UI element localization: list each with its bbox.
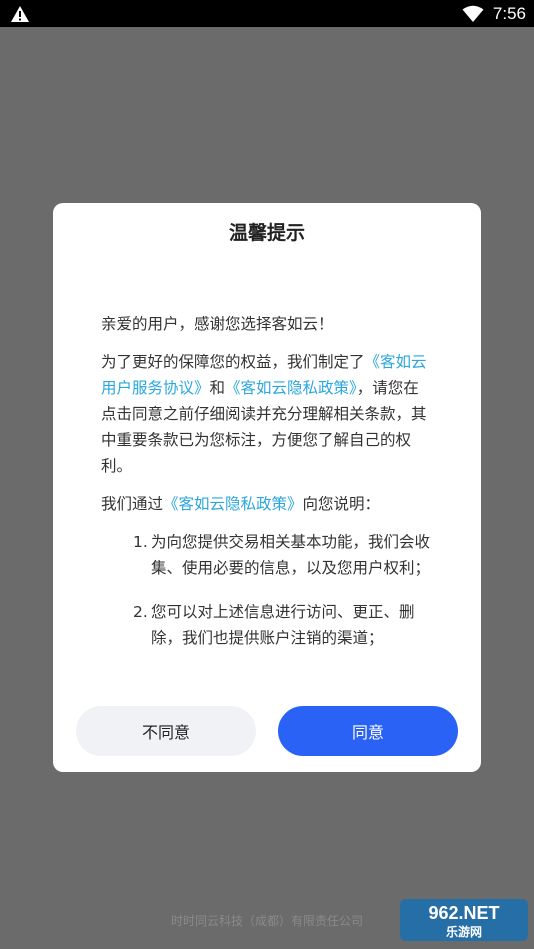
wifi-icon bbox=[462, 5, 484, 22]
list-item-text: 为向您提供交易相关基本功能，我们会收集、使用必要的信息，以及您用户权利； bbox=[151, 533, 431, 577]
warning-icon bbox=[11, 6, 29, 22]
privacy-policy-link-2[interactable]: 《客如云隐私政策》 bbox=[163, 495, 303, 513]
greeting-text: 亲爱的用户，感谢您选择客如云！ bbox=[101, 315, 334, 333]
dialog-body[interactable]: 亲爱的用户，感谢您选择客如云！ 为了更好的保障您的权益，我们制定了《客如云用户服… bbox=[101, 311, 431, 681]
list-item-number: 1. bbox=[133, 533, 148, 551]
intro-prefix: 为了更好的保障您的权益，我们制定了 bbox=[101, 353, 365, 371]
list-item: 1. 为向您提供交易相关基本功能，我们会收集、使用必要的信息，以及您用户权利； bbox=[133, 529, 431, 581]
site-watermark-logo: 962.NET 乐游网 bbox=[400, 899, 528, 941]
list-item-number: 2. bbox=[133, 603, 148, 621]
agree-button[interactable]: 同意 bbox=[278, 706, 458, 756]
svg-text:962.NET: 962.NET bbox=[428, 903, 499, 923]
disagree-button[interactable]: 不同意 bbox=[76, 706, 256, 756]
privacy-policy-link[interactable]: 《客如云隐私政策》 bbox=[225, 379, 357, 397]
intro-paragraph: 为了更好的保障您的权益，我们制定了《客如云用户服务协议》和《客如云隐私政策》，请… bbox=[101, 349, 431, 479]
svg-text:乐游网: 乐游网 bbox=[446, 924, 482, 939]
privacy-dialog: 温馨提示 亲爱的用户，感谢您选择客如云！ 为了更好的保障您的权益，我们制定了《客… bbox=[53, 203, 481, 772]
list-item: 2. 您可以对上述信息进行访问、更正、删除，我们也提供账户注销的渠道； bbox=[133, 599, 431, 651]
status-bar: 7:56 bbox=[0, 0, 534, 27]
list-item-text: 您可以对上述信息进行访问、更正、删除，我们也提供账户注销的渠道； bbox=[151, 603, 415, 647]
status-time: 7:56 bbox=[492, 4, 526, 23]
dialog-title: 温馨提示 bbox=[228, 222, 305, 244]
explain-prefix: 我们通过 bbox=[101, 495, 164, 513]
explain-paragraph: 我们通过《客如云隐私政策》向您说明： bbox=[101, 491, 431, 517]
explain-suffix: 向您说明： bbox=[302, 495, 381, 513]
intro-and: 和 bbox=[209, 379, 226, 397]
